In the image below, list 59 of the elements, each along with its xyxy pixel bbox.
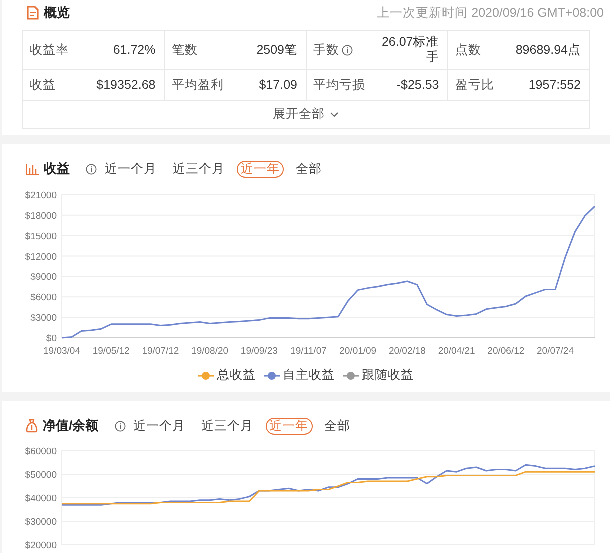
range-tab[interactable]: 全部 [320, 418, 355, 434]
section-title: 收益 [44, 160, 70, 178]
legend-label: 总收益 [217, 367, 256, 384]
update-time: 上一次更新时间 2020/09/16 GMT+08:00 [377, 4, 604, 22]
stat-label: 盈亏比 [455, 76, 494, 94]
stat-label: 笔数 [172, 42, 198, 58]
axis-label: $30000 [25, 517, 57, 528]
stat-value: $17.09 [259, 78, 298, 92]
section-title: 概览 [44, 4, 70, 22]
axis-label: 19/05/12 [92, 346, 130, 357]
axis-label: $6000 [30, 292, 57, 304]
range-tab[interactable]: 近三个月 [198, 418, 258, 434]
axis-label: $15000 [25, 231, 57, 242]
stat-label: 平均盈利 [172, 76, 224, 94]
info-icon [86, 164, 97, 174]
axis-label: $50000 [25, 470, 57, 481]
range-tab[interactable]: 近一个月 [130, 418, 190, 434]
axis-label: 20/02/18 [388, 346, 426, 357]
axis-label: $20000 [25, 540, 57, 552]
axis-label: 20/01/09 [340, 346, 377, 357]
range-tab[interactable]: 近一个月 [101, 160, 161, 178]
axis-label: 19/09/23 [240, 346, 278, 357]
stat-value: 2509笔 [256, 42, 298, 58]
axis-label: 19/07/12 [142, 346, 180, 357]
axis-label: $0 [46, 334, 57, 344]
stat-value: 1957:552 [528, 78, 581, 92]
axis-label: 19/08/20 [192, 346, 229, 357]
money-bag-icon [26, 419, 38, 433]
legend-label: 跟随收益 [362, 367, 414, 384]
axis-label: $60000 [25, 446, 57, 458]
axis-label: $40000 [25, 494, 57, 504]
axis-label: 20/07/24 [537, 346, 574, 357]
legend-label: 自主收益 [283, 367, 335, 384]
axis-label: $12000 [25, 252, 57, 263]
axis-label: $9000 [30, 272, 57, 284]
info-icon [114, 420, 126, 432]
stat-label: 收益率 [30, 42, 69, 58]
axis-label: 20/06/12 [488, 346, 525, 357]
axis-label: 19/03/04 [44, 346, 80, 357]
stat-value: 89689.94点 [516, 42, 581, 58]
bar-chart-icon [26, 163, 39, 175]
document-icon [27, 6, 39, 20]
stat-value: -$25.53 [396, 78, 440, 92]
stat-label: 平均亏损 [314, 76, 366, 94]
stat-label: 点数 [455, 42, 482, 58]
axis-label: 20/04/21 [438, 346, 476, 357]
section-title: 净值/余额 [43, 417, 99, 435]
axis-label: 19/11/07 [290, 346, 327, 357]
axis-label: $21000 [25, 190, 57, 202]
stat-label: 手数 [314, 42, 340, 58]
stat-value: $19352.68 [96, 78, 156, 92]
stat-value: 61.72% [113, 42, 156, 58]
range-tab[interactable]: 近三个月 [169, 160, 229, 178]
stat-value: 26.07标准手 [380, 35, 440, 65]
stat-label: 收益 [30, 76, 56, 94]
axis-label: $3000 [30, 313, 57, 324]
axis-label: $18000 [25, 210, 57, 222]
range-tab[interactable]: 全部 [292, 160, 326, 178]
chevron-down-icon [330, 112, 339, 118]
